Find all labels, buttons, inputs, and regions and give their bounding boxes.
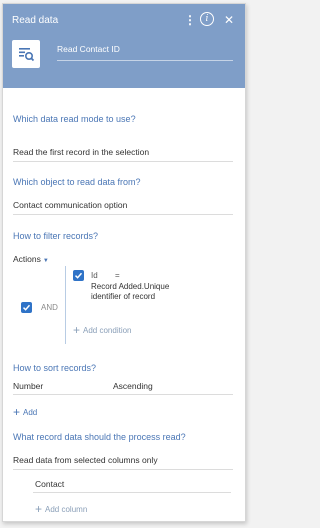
- read-data-panel: Read data ⋮ i ✕ Read Contact ID Which da…: [2, 3, 246, 522]
- object-underline: [13, 214, 233, 215]
- actions-label: Actions: [13, 254, 41, 264]
- panel-header: Read data ⋮ i ✕ Read Contact ID: [3, 4, 245, 88]
- columns-mode-underline: [13, 469, 233, 470]
- columns-mode-field[interactable]: Read data from selected columns only: [13, 455, 158, 465]
- kebab-menu-icon[interactable]: ⋮: [183, 12, 197, 28]
- column-item-underline: [33, 492, 231, 493]
- filter-label: How to filter records?: [13, 231, 99, 241]
- panel-title: Read data: [12, 15, 59, 26]
- add-condition-button[interactable]: + Add condition: [73, 323, 132, 337]
- read-mode-label: Which data read mode to use?: [13, 114, 136, 124]
- sort-underline: [13, 394, 233, 395]
- add-column-label: Add column: [45, 505, 88, 514]
- chevron-down-icon: ▼: [42, 258, 49, 264]
- condition-group-bracket: [65, 266, 66, 344]
- condition-value[interactable]: Record Added.Unique identifier of record: [91, 282, 195, 302]
- column-item[interactable]: Contact: [35, 479, 64, 489]
- condition-column[interactable]: Id: [91, 271, 98, 280]
- sort-column[interactable]: Number: [13, 381, 43, 391]
- add-column-button[interactable]: + Add column: [35, 502, 87, 516]
- sort-label: How to sort records?: [13, 363, 97, 373]
- condition-operator[interactable]: =: [115, 271, 120, 280]
- condition-checkbox[interactable]: [73, 270, 84, 281]
- element-name-underline: [57, 60, 233, 61]
- read-mode-underline: [13, 161, 233, 162]
- read-mode-field[interactable]: Read the first record in the selection: [13, 147, 149, 157]
- add-sort-button[interactable]: + Add: [13, 405, 37, 419]
- object-field[interactable]: Contact communication option: [13, 200, 127, 210]
- columns-label: What record data should the process read…: [13, 432, 186, 442]
- read-data-element-icon: [12, 40, 40, 68]
- sort-direction[interactable]: Ascending: [113, 381, 153, 391]
- element-name[interactable]: Read Contact ID: [57, 44, 120, 54]
- add-condition-label: Add condition: [83, 326, 132, 335]
- plus-icon: +: [35, 502, 43, 516]
- plus-icon: +: [13, 405, 21, 419]
- group-checkbox[interactable]: [21, 302, 32, 313]
- actions-menu[interactable]: Actions ▼: [13, 254, 49, 264]
- object-label: Which object to read data from?: [13, 177, 141, 187]
- info-icon[interactable]: i: [200, 12, 214, 26]
- group-operator[interactable]: AND: [41, 303, 58, 312]
- add-sort-label: Add: [23, 408, 38, 417]
- plus-icon: +: [73, 323, 81, 337]
- close-icon[interactable]: ✕: [222, 12, 236, 28]
